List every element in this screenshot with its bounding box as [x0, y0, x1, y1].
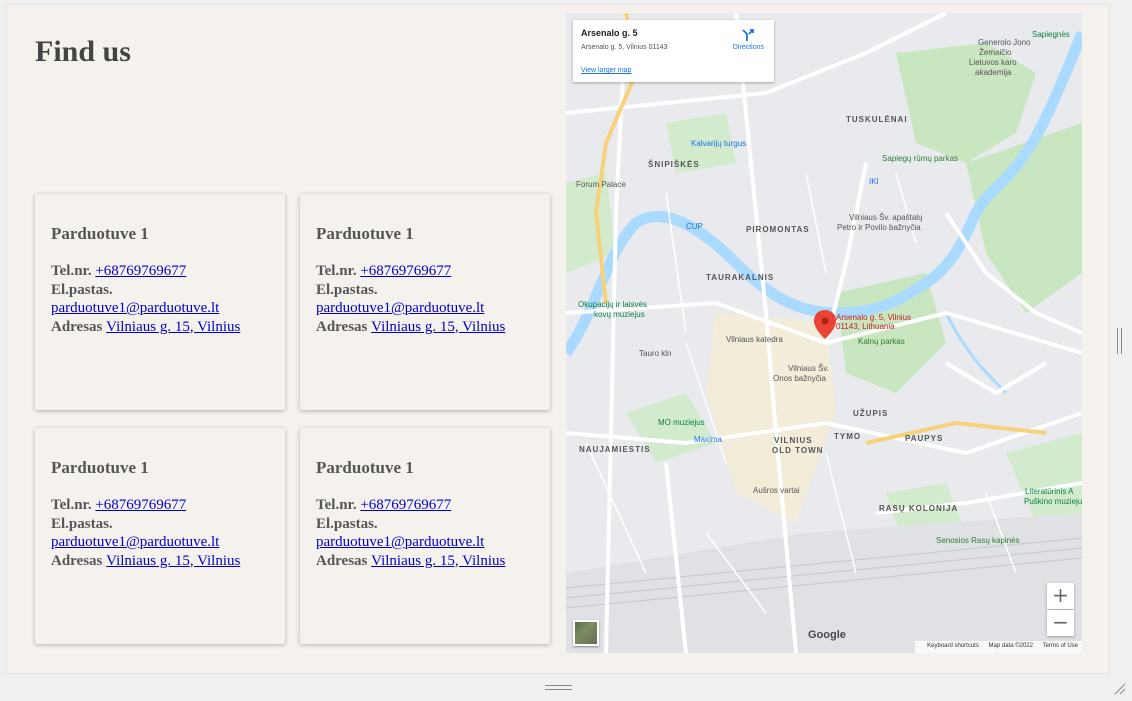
place-info-card: Arsenalo g. 5 Arsenalo g. 5, Vilnius 011…	[573, 20, 774, 82]
district-label: VILNIUS	[774, 436, 813, 445]
poi-label[interactable]: Forum Palace	[576, 180, 626, 189]
district-label: PIROMONTAS	[746, 225, 810, 234]
store-card: Parduotuve 1 Tel.nr. +68769769677 El.pas…	[35, 194, 285, 410]
poi-label[interactable]: Aušros vartai	[753, 486, 800, 495]
email-label: El.pastas.	[51, 515, 113, 532]
directions-button[interactable]: Directions	[733, 28, 764, 51]
map-footer: Keyboard shortcuts Map data ©2022 Terms …	[915, 641, 1082, 653]
terms-link[interactable]: Terms of Use	[1043, 643, 1078, 649]
district-label: OLD TOWN	[772, 446, 824, 455]
vertical-resize-handle[interactable]	[1117, 328, 1122, 354]
email-label: El.pastas.	[51, 281, 113, 298]
district-label: TYMO	[834, 432, 862, 441]
store-name: Parduotuve 1	[51, 224, 149, 243]
poi-label[interactable]: Senosios Rasų kapinės	[936, 536, 1020, 545]
poi-label[interactable]: Onos bažnyčia	[773, 374, 826, 383]
store-card: Parduotuve 1 Tel.nr. +68769769677 El.pas…	[35, 428, 285, 644]
resize-grip-icon[interactable]	[1112, 681, 1126, 695]
poi-label[interactable]: Petro ir Povilo bažnyčia	[837, 223, 921, 232]
page-title: Find us	[35, 35, 131, 68]
directions-label: Directions	[732, 44, 764, 51]
tel-link[interactable]: +68769769677	[95, 497, 186, 513]
district-label: TUSKULĖNAI	[846, 115, 908, 124]
keyboard-shortcuts-link[interactable]: Keyboard shortcuts	[927, 643, 979, 649]
district-label: RASŲ KOLONIJA	[879, 504, 959, 513]
address-label: Adresas	[51, 552, 103, 569]
zoom-out-button[interactable]: −	[1047, 610, 1074, 636]
poi-label[interactable]: Vilniaus katedra	[726, 335, 783, 344]
marker-label: Arsenalo g. 5, Vilnius	[836, 313, 912, 322]
tel-label: Tel.nr.	[316, 263, 357, 279]
district-label: PAUPYS	[905, 434, 944, 443]
store-name: Parduotuve 1	[316, 224, 414, 243]
google-logo: Google	[808, 629, 846, 641]
address-link[interactable]: Vilniaus g. 15, Vilnius	[106, 319, 240, 335]
district-label: TAURAKALNIS	[706, 273, 775, 282]
embedded-map[interactable]: TUSKULĖNAI ŠNIPIŠKĖS PIROMONTAS TAURAKAL…	[566, 13, 1082, 653]
tel-link[interactable]: +68769769677	[95, 263, 186, 279]
email-link[interactable]: parduotuve1@parduotuve.lt	[51, 300, 219, 316]
address-link[interactable]: Vilniaus g. 15, Vilnius	[371, 553, 505, 569]
address-label: Adresas	[316, 318, 368, 335]
map-data-label: Map data ©2022	[988, 643, 1033, 649]
poi-label[interactable]: Lietuvos karo	[969, 58, 1017, 67]
view-larger-map-link[interactable]: View larger map	[581, 67, 631, 74]
district-label: NAUJAMIESTIS	[579, 445, 651, 454]
poi-label[interactable]: CUP	[686, 222, 703, 231]
email-link[interactable]: parduotuve1@parduotuve.lt	[316, 534, 484, 550]
map-canvas	[566, 13, 1082, 653]
poi-label[interactable]: IKI	[869, 177, 879, 186]
poi-label[interactable]: kovų muziejus	[594, 310, 645, 319]
poi-label[interactable]: Žemaičio	[979, 48, 1011, 57]
satellite-toggle[interactable]	[573, 620, 599, 646]
store-card: Parduotuve 1 Tel.nr. +68769769677 El.pas…	[300, 428, 550, 644]
directions-icon	[742, 29, 755, 41]
poi-label[interactable]: Sapiegų rūmų parkas	[882, 154, 958, 163]
email-link[interactable]: parduotuve1@parduotuve.lt	[51, 534, 219, 550]
poi-label[interactable]: Tauro kln	[639, 349, 671, 358]
tel-label: Tel.nr.	[316, 497, 357, 513]
tel-link[interactable]: +68769769677	[360, 497, 451, 513]
tel-link[interactable]: +68769769677	[360, 263, 451, 279]
zoom-in-button[interactable]: +	[1047, 583, 1074, 609]
store-name: Parduotuve 1	[316, 458, 414, 477]
address-label: Adresas	[316, 552, 368, 569]
poi-label[interactable]: Kalnų parkas	[858, 337, 905, 346]
poi-label[interactable]: akademija	[975, 68, 1011, 77]
horizontal-resize-handle[interactable]	[545, 685, 572, 690]
poi-label[interactable]: Vilniaus Šv. apaštalų	[849, 213, 923, 222]
email-label: El.pastas.	[316, 515, 378, 532]
poi-label[interactable]: MO muziejus	[658, 418, 705, 427]
poi-label[interactable]: Kalvarijų turgus	[691, 139, 746, 148]
address-link[interactable]: Vilniaus g. 15, Vilnius	[371, 319, 505, 335]
poi-label[interactable]: Sapiegnės	[1032, 30, 1070, 39]
poi-label[interactable]: Puškino muziejus	[1024, 497, 1082, 506]
store-card: Parduotuve 1 Tel.nr. +68769769677 El.pas…	[300, 194, 550, 410]
address-link[interactable]: Vilniaus g. 15, Vilnius	[106, 553, 240, 569]
page-frame: Find us Parduotuve 1 Tel.nr. +6876976967…	[6, 4, 1110, 674]
poi-label[interactable]: Okupacijų ir laisvės	[578, 300, 647, 309]
poi-label[interactable]: Literatūrinis A	[1025, 487, 1073, 496]
tel-label: Tel.nr.	[51, 497, 92, 513]
district-label: UŽUPIS	[853, 409, 889, 418]
email-label: El.pastas.	[316, 281, 378, 298]
district-label: ŠNIPIŠKĖS	[648, 160, 700, 169]
poi-label[interactable]: Vilniaus Šv.	[788, 364, 829, 373]
email-link[interactable]: parduotuve1@parduotuve.lt	[316, 300, 484, 316]
store-name: Parduotuve 1	[51, 458, 149, 477]
marker-label: 01143, Lithuania	[836, 322, 895, 331]
tel-label: Tel.nr.	[51, 263, 92, 279]
poi-label[interactable]: Generolo Jono	[978, 38, 1030, 47]
poi-label[interactable]: Maxima	[694, 435, 722, 444]
address-label: Adresas	[51, 318, 103, 335]
